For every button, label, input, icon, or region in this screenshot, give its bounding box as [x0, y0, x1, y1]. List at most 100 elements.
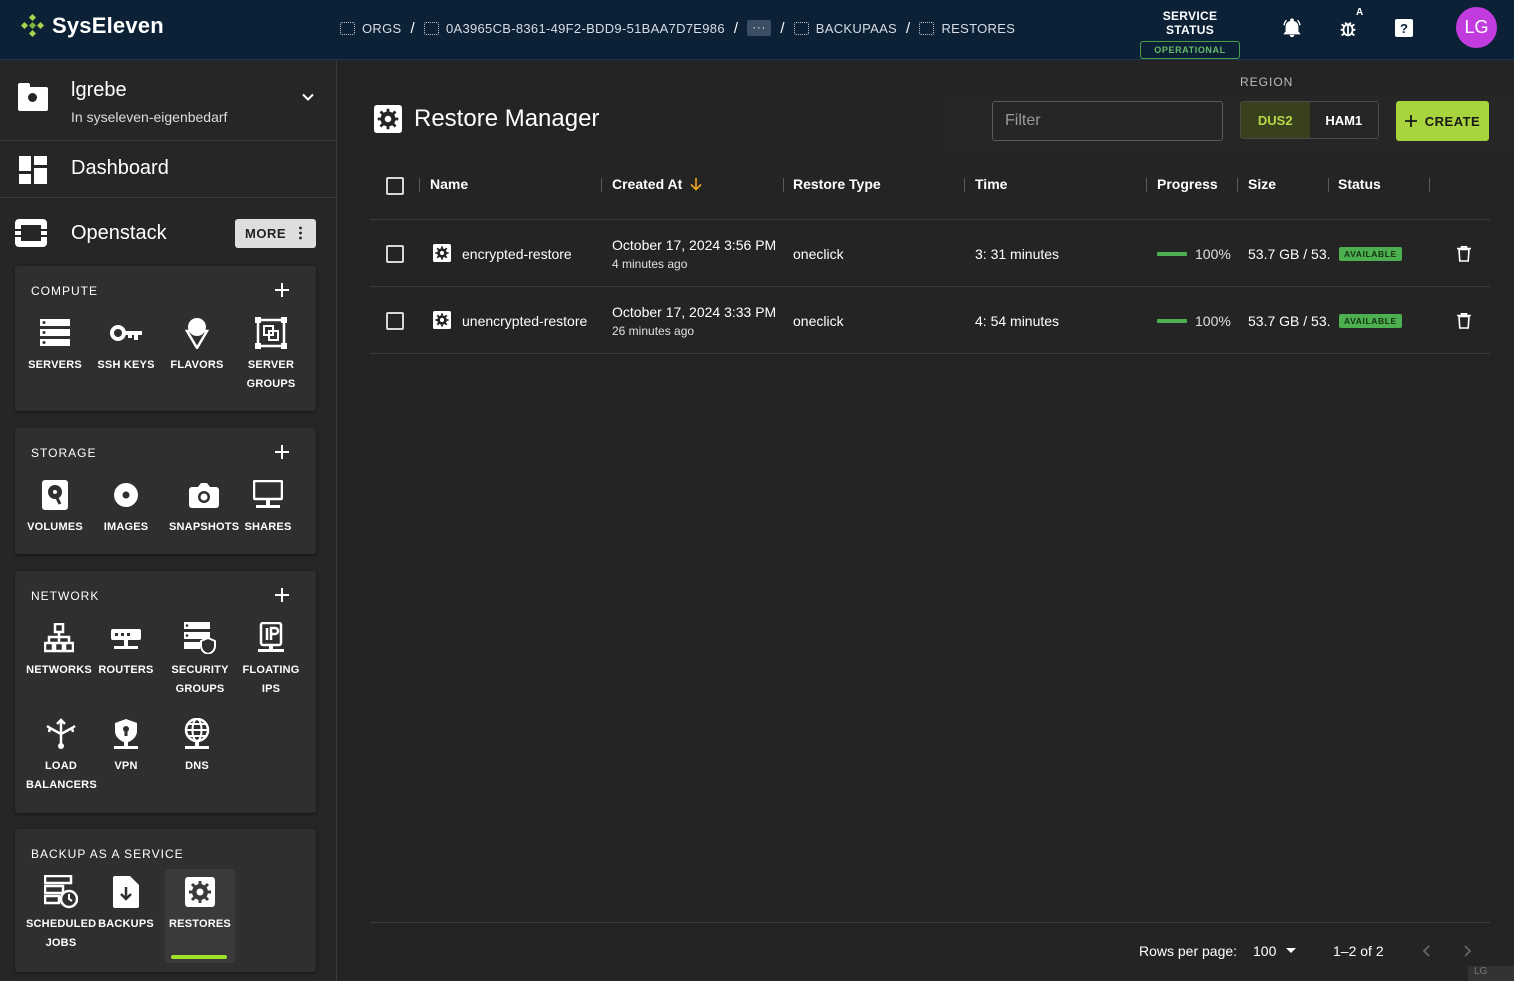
user-switcher[interactable]: lgrebe In syseleven-eigenbedarf [0, 61, 337, 141]
tile-vpn[interactable]: VPN [91, 717, 161, 776]
status-badge: AVAILABLE [1339, 314, 1402, 328]
user-folder-icon [18, 83, 48, 111]
next-page-icon[interactable] [1460, 943, 1474, 959]
delete-icon[interactable] [1457, 313, 1471, 329]
tile-load-balancers[interactable]: LOAD BALANCERS [26, 717, 97, 795]
org-icon [919, 21, 935, 35]
backup-card: BACKUP AS A SERVICE SCHEDULED JOBS BACKUP… [15, 829, 316, 972]
column-progress[interactable]: Progress [1157, 176, 1218, 192]
more-button[interactable]: MORE [235, 219, 316, 248]
org-icon [423, 21, 439, 35]
breadcrumb-backupaas[interactable]: BACKUPAAS [793, 21, 897, 36]
column-created-at[interactable]: Created At [612, 176, 702, 192]
column-size[interactable]: Size [1248, 176, 1276, 192]
column-time[interactable]: Time [975, 176, 1007, 192]
section-title: STORAGE [31, 446, 97, 460]
restore-type: oneclick [793, 313, 844, 329]
plus-icon [1404, 115, 1417, 127]
pagination-range: 1–2 of 2 [1333, 943, 1384, 959]
tile-shares[interactable]: SHARES [233, 478, 303, 537]
active-indicator [171, 955, 227, 959]
shares-icon [253, 480, 283, 508]
tile-networks[interactable]: NETWORKS [24, 621, 94, 680]
floating-ip-icon [258, 622, 284, 652]
status-badge: AVAILABLE [1339, 247, 1402, 261]
table-row[interactable]: unencrypted-restore October 17, 2024 3:3… [370, 287, 1490, 354]
caret-down-icon [1286, 948, 1297, 953]
progress: 100% [1157, 313, 1231, 329]
watermark: LG [1468, 966, 1514, 981]
tile-dns[interactable]: DNS [162, 717, 232, 776]
vpn-shield-icon [114, 719, 138, 749]
sidebar-item-dashboard[interactable]: Dashboard [0, 141, 337, 198]
delete-icon[interactable] [1457, 246, 1471, 262]
breadcrumb-separator: / [410, 19, 415, 37]
tile-images[interactable]: IMAGES [91, 478, 161, 537]
camera-icon [189, 483, 219, 508]
row-checkbox[interactable] [386, 245, 404, 263]
avatar[interactable]: LG [1456, 7, 1497, 48]
region-dus2[interactable]: DUS2 [1241, 102, 1310, 138]
debug-button[interactable]: A [1334, 7, 1363, 42]
tile-snapshots[interactable]: SNAPSHOTS [169, 478, 239, 537]
column-status[interactable]: Status [1338, 176, 1381, 192]
row-checkbox[interactable] [386, 312, 404, 330]
key-icon [110, 325, 142, 341]
tile-flavors[interactable]: FLAVORS [162, 316, 232, 375]
tile-server-groups[interactable]: SERVER GROUPS [236, 316, 306, 394]
previous-page-icon[interactable] [1420, 943, 1434, 959]
restore-name[interactable]: encrypted-restore [462, 246, 572, 262]
hard-disk-icon [42, 480, 68, 510]
restore-name[interactable]: unencrypted-restore [462, 313, 587, 329]
add-compute-button[interactable] [274, 282, 290, 298]
breadcrumb-collapsed[interactable]: ··· [747, 20, 772, 36]
column-name[interactable]: Name [430, 176, 468, 192]
tile-backups[interactable]: BACKUPS [91, 875, 161, 934]
restore-gear-icon [433, 311, 451, 329]
filter-input[interactable] [992, 101, 1223, 141]
sidebar-item-openstack[interactable]: Openstack MORE [0, 206, 337, 263]
org-icon [793, 21, 809, 35]
security-groups-icon [184, 622, 216, 654]
backup-file-icon [113, 876, 139, 908]
router-icon [111, 629, 141, 649]
syseleven-logo-icon [20, 13, 45, 38]
org-icon [340, 21, 355, 35]
tile-security-groups[interactable]: SECURITY GROUPS [165, 621, 235, 699]
add-network-button[interactable] [274, 587, 290, 603]
notifications-button[interactable] [1278, 14, 1306, 42]
select-all-checkbox[interactable] [386, 177, 404, 195]
breadcrumb-restores[interactable]: RESTORES [919, 21, 1015, 36]
tile-restores[interactable]: RESTORES [165, 869, 235, 963]
table-row[interactable]: encrypted-restore October 17, 2024 3:56 … [370, 220, 1490, 287]
service-status[interactable]: SERVICE STATUS OPERATIONAL [1140, 9, 1240, 59]
section-title: BACKUP AS A SERVICE [31, 847, 184, 861]
breadcrumb-org-id[interactable]: 0A3965CB-8361-49F2-BDD9-51BAA7D7E986 [423, 21, 725, 36]
user-org: In syseleven-eigenbedarf [71, 109, 228, 125]
rows-per-page-select[interactable]: 100 [1253, 943, 1297, 959]
region-ham1[interactable]: HAM1 [1310, 102, 1379, 138]
tile-servers[interactable]: SERVERS [20, 316, 90, 375]
dashboard-icon [19, 156, 47, 184]
openstack-icon [15, 219, 47, 247]
create-button[interactable]: CREATE [1396, 101, 1489, 141]
tile-volumes[interactable]: VOLUMES [20, 478, 90, 537]
tile-ssh-keys[interactable]: SSH KEYS [91, 316, 161, 375]
restore-size: 53.7 GB / 53. [1248, 313, 1331, 329]
help-button[interactable]: ? [1390, 14, 1418, 42]
progress-bar [1157, 319, 1187, 323]
sidebar-item-label: Dashboard [71, 157, 169, 179]
breadcrumb-orgs[interactable]: ORGS [340, 21, 401, 36]
add-storage-button[interactable] [274, 444, 290, 460]
chevron-down-icon [302, 93, 314, 101]
tile-scheduled-jobs[interactable]: SCHEDULED JOBS [26, 875, 96, 953]
tile-routers[interactable]: ROUTERS [91, 621, 161, 680]
brand-logo[interactable]: SysEleven [20, 12, 164, 40]
column-restore-type[interactable]: Restore Type [793, 176, 881, 192]
tile-floating-ips[interactable]: FLOATING IPS [236, 621, 306, 699]
created-at: October 17, 2024 3:56 PM 4 minutes ago [612, 237, 777, 271]
more-vert-icon [299, 226, 302, 240]
breadcrumb-separator: / [906, 19, 911, 37]
region-label: REGION [1240, 75, 1294, 89]
restore-gear-icon [433, 244, 451, 262]
